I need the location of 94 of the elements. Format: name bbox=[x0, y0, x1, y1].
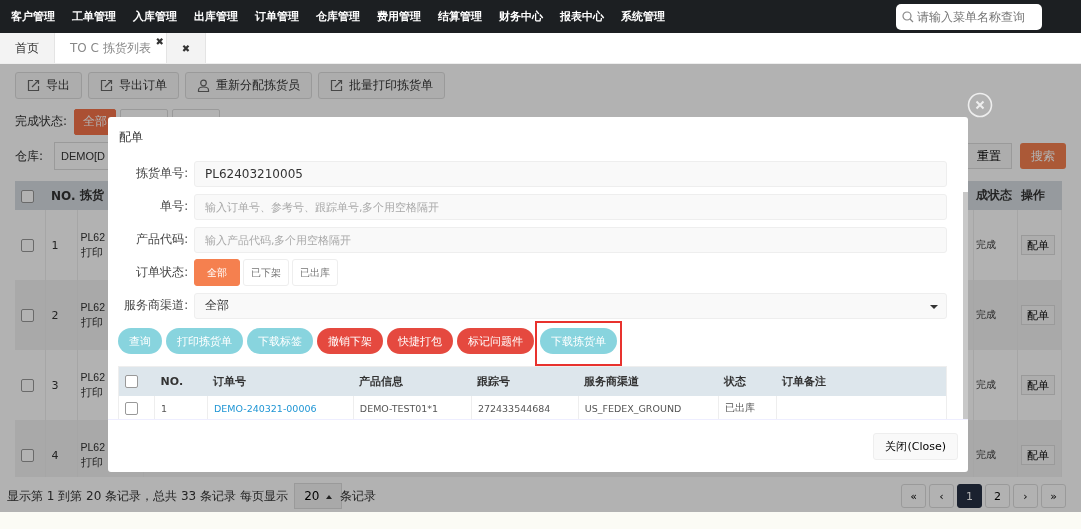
table-cell: PL62 bbox=[80, 370, 106, 383]
nav-menu-item[interactable]: 财务中心 bbox=[492, 9, 550, 24]
export-icon bbox=[27, 79, 40, 92]
tab[interactable]: 首页 bbox=[0, 33, 55, 63]
table-cell: US_FEDEX_GROUND bbox=[578, 396, 719, 419]
page-button[interactable]: « bbox=[901, 484, 926, 508]
tab-close-button[interactable]: ✖ bbox=[155, 36, 164, 47]
export-icon bbox=[330, 79, 343, 92]
field-label: 拣货单号: bbox=[135, 166, 188, 181]
page-button[interactable]: » bbox=[1041, 484, 1066, 508]
close-button[interactable]: 关闭(Close) bbox=[873, 432, 958, 460]
reset-button[interactable]: 重置 bbox=[966, 143, 1012, 169]
assign-button[interactable]: 配单 bbox=[1021, 305, 1055, 325]
action-button[interactable]: 标记问题件 bbox=[457, 328, 534, 354]
nav-menu-item[interactable]: 系统管理 bbox=[614, 9, 672, 24]
checkbox[interactable] bbox=[21, 378, 34, 392]
nav-menu-item[interactable]: 结算管理 bbox=[431, 9, 489, 24]
column-header: 状态 bbox=[718, 366, 777, 396]
table-cell: 完成 bbox=[973, 280, 1018, 350]
field-label: 订单状态: bbox=[135, 265, 188, 280]
nav-menu-item[interactable]: 出库管理 bbox=[187, 9, 245, 24]
table-cell: 打印 bbox=[80, 245, 103, 260]
table-cell: 打印 bbox=[80, 385, 103, 400]
toolbar-button[interactable]: 导出 bbox=[15, 72, 82, 99]
assign-button[interactable]: 配单 bbox=[1021, 235, 1055, 255]
column-header: 成状态 bbox=[973, 181, 1018, 210]
checkbox[interactable] bbox=[21, 448, 34, 462]
table-cell: 4 bbox=[45, 420, 77, 477]
status-button[interactable]: 已下架 bbox=[243, 259, 289, 286]
nav-menu-item[interactable]: 费用管理 bbox=[370, 9, 428, 24]
page-button[interactable]: 2 bbox=[985, 484, 1010, 508]
tab-label: TO C 拣货列表 bbox=[70, 39, 151, 57]
table-cell: 打印 bbox=[80, 455, 103, 470]
checkbox[interactable] bbox=[125, 375, 138, 389]
column-header: 操作 bbox=[1017, 181, 1062, 210]
assign-button[interactable]: 配单 bbox=[1021, 445, 1055, 465]
menu-search-field[interactable]: 请输入菜单名称查询 bbox=[896, 3, 1042, 30]
toolbar-button[interactable]: 重新分配拣货员 bbox=[185, 72, 312, 99]
nav-menu-item[interactable]: 报表中心 bbox=[553, 9, 611, 24]
tab-close-button[interactable]: ✖ bbox=[181, 42, 191, 54]
toolbar-button[interactable]: 导出订单 bbox=[88, 72, 179, 99]
nav-menu-item[interactable]: 客户管理 bbox=[4, 9, 62, 24]
table-cell: DEMO-TEST01*1 bbox=[353, 396, 472, 419]
field-label: 服务商渠道: bbox=[123, 298, 188, 313]
table-cell: 已出库 bbox=[718, 396, 777, 419]
checkbox[interactable] bbox=[125, 401, 138, 415]
column-header: 跟踪号 bbox=[471, 366, 579, 396]
column-header: 订单号 bbox=[207, 366, 354, 396]
column-header: NO. bbox=[45, 181, 77, 210]
table-cell: 2 bbox=[45, 280, 77, 350]
page-button[interactable]: 1 bbox=[957, 484, 982, 508]
action-button[interactable]: 撤销下架 bbox=[317, 328, 383, 354]
field-label: 单号: bbox=[159, 199, 188, 214]
export-icon bbox=[100, 79, 113, 92]
toolbar-button[interactable]: 批量打印拣货单 bbox=[318, 72, 445, 99]
checkbox[interactable] bbox=[21, 189, 34, 203]
pagination-summary: 显示第 1 到第 20 条记录，总共 33 条记录 每页显示 bbox=[7, 487, 288, 505]
dialog-title: 配单 bbox=[119, 128, 143, 146]
column-header: 订单备注 bbox=[776, 366, 947, 396]
status-button[interactable]: 已出库 bbox=[292, 259, 338, 286]
page-button[interactable]: ‹ bbox=[929, 484, 954, 508]
channel-select[interactable]: 全部 bbox=[194, 292, 947, 319]
table-cell: 打印 bbox=[80, 315, 103, 330]
table-cell: PL62 bbox=[80, 300, 106, 313]
caret-icon bbox=[325, 494, 332, 499]
column-header: 产品信息 bbox=[353, 366, 472, 396]
filter-label: 完成状态: bbox=[15, 113, 68, 130]
search-icon bbox=[902, 10, 914, 23]
checkbox[interactable] bbox=[21, 238, 34, 252]
table-cell: PL62 bbox=[80, 440, 106, 453]
table-cell: 272433544684 bbox=[471, 396, 579, 419]
warehouse-label: 仓库: bbox=[15, 147, 44, 165]
nav-menu-item[interactable]: 工单管理 bbox=[65, 9, 123, 24]
column-header: NO. bbox=[154, 366, 208, 396]
table-cell: 完成 bbox=[973, 420, 1018, 477]
page-button[interactable]: › bbox=[1013, 484, 1038, 508]
close-icon[interactable] bbox=[967, 92, 993, 118]
action-button[interactable]: 快捷打包 bbox=[387, 328, 453, 354]
assign-button[interactable]: 配单 bbox=[1021, 375, 1055, 395]
input-field[interactable]: 输入订单号、参考号、跟踪单号,多个用空格隔开 bbox=[194, 193, 947, 220]
column-header: 服务商渠道 bbox=[578, 366, 719, 396]
nav-menu-item[interactable]: 仓库管理 bbox=[309, 9, 367, 24]
field-label: 产品代码: bbox=[135, 232, 188, 247]
input-field[interactable]: PL62403210005 bbox=[194, 160, 947, 187]
input-field[interactable]: 输入产品代码,多个用空格隔开 bbox=[194, 226, 947, 253]
pagination-suffix: 条记录 bbox=[339, 487, 376, 505]
checkbox[interactable] bbox=[21, 308, 34, 322]
nav-menu-item[interactable]: 入库管理 bbox=[126, 9, 184, 24]
tab[interactable]: ✖ bbox=[166, 33, 207, 63]
user-icon bbox=[197, 79, 210, 92]
tab-label: 首页 bbox=[15, 39, 39, 57]
table-cell: 1 bbox=[154, 396, 208, 419]
nav-menu-item[interactable]: 订单管理 bbox=[248, 9, 306, 24]
table-cell: PL62 bbox=[80, 230, 106, 243]
